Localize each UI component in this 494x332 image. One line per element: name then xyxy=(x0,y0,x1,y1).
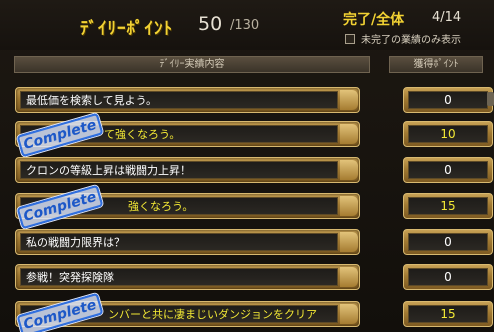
points-value: 0 xyxy=(408,268,488,286)
completion-count: 4/14 xyxy=(432,10,462,25)
points-cell: 0 xyxy=(403,157,493,183)
points-cell: 15 xyxy=(403,301,493,327)
hide-completed-toggle[interactable]: 未完了の業績のみ表示 xyxy=(345,31,461,46)
hide-completed-label: 未完了の業績のみ表示 xyxy=(361,35,461,46)
table-row[interactable]: 私の戦闘力限界は？ 0 xyxy=(15,229,493,255)
quest-bar: 最低価を検索して見よう。 xyxy=(15,87,360,113)
table-row[interactable]: 参戦！突発探険隊 0 xyxy=(15,264,493,290)
points-value: 15 xyxy=(408,305,488,323)
completion-label: 完了/全体 xyxy=(343,12,405,28)
points-current: 50 xyxy=(198,13,223,35)
quest-text: 私の戦闘力限界は？ xyxy=(26,236,125,249)
column-header-points: 獲得ﾎﾟｲﾝﾄ xyxy=(389,56,483,73)
points-value: 10 xyxy=(408,125,488,143)
daily-points-panel: ﾃﾞｲﾘｰﾎﾟｲﾝﾄ 50 /130 完了/全体 4/14 未完了の業績のみ表示… xyxy=(0,0,494,332)
points-value: 15 xyxy=(408,197,488,215)
points-cell: 15 xyxy=(403,193,493,219)
points-value: 0 xyxy=(408,91,488,109)
quest-text: クロンの等級上昇は戦闘力上昇！ xyxy=(26,164,191,177)
table-row[interactable]: 強くなろう。 15 Complete xyxy=(15,184,493,230)
table-row[interactable]: て強くなろう。 10 Complete xyxy=(15,112,493,158)
table-row[interactable]: ンバーと共に凄まじいダンジョンをクリア 15 Complete xyxy=(15,292,493,332)
header-bar: ﾃﾞｲﾘｰﾎﾟｲﾝﾄ 50 /130 完了/全体 4/14 未完了の業績のみ表示 xyxy=(0,0,494,50)
quest-text: 参戦！突発探険隊 xyxy=(26,271,114,284)
points-cell: 0 xyxy=(403,229,493,255)
quest-bar: 私の戦闘力限界は？ xyxy=(15,229,360,255)
column-header-task: ﾃﾞｲﾘｰ実績内容 xyxy=(14,56,370,73)
panel-title: ﾃﾞｲﾘｰﾎﾟｲﾝﾄ xyxy=(80,19,173,39)
quest-bar: クロンの等級上昇は戦闘力上昇！ xyxy=(15,157,360,183)
points-max: /130 xyxy=(230,18,260,33)
hide-completed-checkbox[interactable] xyxy=(345,33,355,44)
quest-text: 強くなろう。 xyxy=(128,200,194,213)
quest-bar: 参戦！突発探険隊 xyxy=(15,264,360,290)
table-row[interactable]: 最低価を検索して見よう。 0 xyxy=(15,87,493,113)
points-value: 0 xyxy=(408,161,488,179)
quest-text: 最低価を検索して見よう。 xyxy=(26,94,158,107)
quest-text: て強くなろう。 xyxy=(104,128,181,141)
points-cell: 10 xyxy=(403,121,493,147)
complete-stamp: Complete xyxy=(16,184,104,230)
quest-text: ンバーと共に凄まじいダンジョンをクリア xyxy=(108,308,317,321)
table-row[interactable]: クロンの等級上昇は戦闘力上昇！ 0 xyxy=(15,157,493,183)
complete-stamp: Complete xyxy=(16,112,104,158)
points-cell: 0 xyxy=(403,87,493,113)
points-value: 0 xyxy=(408,233,488,251)
scrollbar-thumb[interactable] xyxy=(487,92,494,106)
points-cell: 0 xyxy=(403,264,493,290)
